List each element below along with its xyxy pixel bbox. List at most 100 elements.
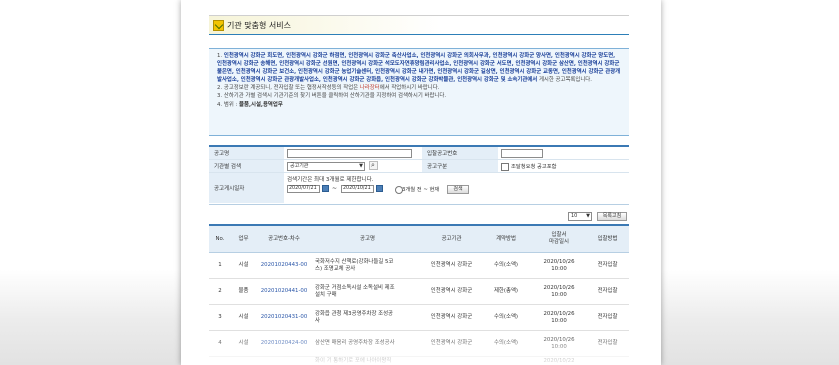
row-notice-name[interactable]: 국화저수지 산책로(강화나들길 5코 스) 조명교체 공사 [312,252,423,279]
row-notice-name[interactable]: 화이 기 통하기로 포에 나아이왕직 [312,356,423,365]
row-contract: 제한(총액) [480,278,532,305]
page-title-bar: 기관 맞춤형 서비스 [209,15,629,34]
row-bid-method: 전자입찰 [586,278,629,305]
table-row[interactable]: 3 시설 20201020431-00 강화읍 관청 제3공영주차장 조성공 사 … [209,304,629,331]
table-header-row: No. 업무 공고번호-차수 공고명 공고기관 계약방법 입찰서 마감일시 입찰방… [209,224,629,253]
title-divider [209,34,629,35]
row-deadline-time: 10:00 [551,317,567,324]
row-deadline: 2020/10/26 10:00 [532,330,586,357]
notice-item-3: 3. 산하기관 가별 검색시 기관기준의 찾기 버튼을 클릭하여 산하기관을 지… [217,93,447,100]
results-table: No. 업무 공고번호-차수 공고명 공고기관 계약방법 입찰서 마감일시 입찰방… [209,224,629,365]
bid-number-label: 입찰공고번호 [422,147,498,159]
row-notice-no-link[interactable]: 20201020441-00 [256,278,312,305]
chevron-down-icon: ▼ [586,213,590,219]
notice-item-2-suffix: 에서 작업하시기 바랍니다. [379,85,440,92]
row-no: 1 [209,252,231,279]
row-deadline: 2020/10/26 10:00 [532,278,586,305]
row-contract: 수의(소액) [480,304,532,331]
agency-search-label: 기관별 검색 [209,160,284,172]
bid-number-input[interactable] [501,149,543,158]
list-controls: 10 ▼ 목록고침 [209,211,629,223]
narajangteo-link[interactable]: 나라장터 [360,85,380,91]
row-agency: 인천광역시 강화군 [423,278,480,305]
table-row[interactable]: 1 시설 20201020443-00 국화저수지 산책로(강화나들길 5코 스)… [209,252,629,279]
row-agency [423,356,480,365]
notice-item-1-suffix: 게시한 공고목록입니다. [537,77,592,84]
row-notice-name-line2: 스) 조명교체 공사 [315,265,356,272]
search-row-3: 공고게시일자 검색기간은 최대 3개월로 제한합니다. 2020/07/21 ~… [209,173,629,203]
row-agency: 인천광역시 강화군 [423,330,480,357]
search-icon[interactable]: ⌕ [369,161,378,170]
browser-window: 기관 맞춤형 서비스 1. 인천광역시 강화군 회도면, 인천광역시 강화군 하… [181,0,661,365]
col-bid-method: 입찰방법 [586,224,629,253]
row-deadline-time: 10:00 [551,343,567,350]
calendar-icon[interactable] [376,185,383,192]
row-deadline-date: 2020/10/26 [543,310,575,317]
row-contract [480,356,532,365]
checkmark-icon [213,19,224,31]
three-month-label: 3개월 전 ~ 현재 [402,187,440,193]
post-date-label: 공고게시일자 [209,173,284,203]
col-deadline-line1: 입찰서 [551,232,567,238]
row-notice-no-link[interactable]: 20201020424-00 [256,330,312,357]
date-range-note: 검색기간은 최대 3개월로 제한합니다. [287,177,374,183]
row-notice-no-link[interactable]: 20201020431-00 [256,304,312,331]
procurement-request-label: 조달청요청 공고포함 [511,164,557,170]
notice-item-2: 2. 공고정보란 계공되니, 전자입찰 또는 협정서작성등의 작업은 나라장터에… [217,84,621,92]
row-agency: 인천광역시 강화군 [423,304,480,331]
row-task [231,356,256,365]
row-notice-name-line1: 삼산면 매음리 공영주차장 조성공사 [315,340,395,346]
col-deadline-line2: 마감일시 [549,239,569,245]
agency-select-value: 공고기관 [290,163,309,169]
row-notice-name[interactable]: 강화군 거점소독시설 소독설비 제조 설치 구매 [312,278,423,305]
row-no [209,356,231,365]
refresh-list-button[interactable]: 목록고침 [597,212,627,221]
row-contract: 수의(소액) [480,252,532,279]
row-task: 시설 [231,252,256,279]
notice-name-input[interactable] [287,149,412,158]
col-task: 업무 [231,224,256,253]
row-deadline-date: 2020/10/26 [543,336,575,343]
row-notice-name-line2: 설치 구매 [315,291,337,298]
date-separator: ~ [332,185,338,192]
row-bid-method: 전자입찰 [586,304,629,331]
row-bid-method: 전자입찰 [586,252,629,279]
row-deadline-time: 10:00 [551,291,567,298]
chevron-down-icon: ▼ [359,163,363,169]
rows-per-page-select[interactable]: 10 ▼ [568,212,592,221]
table-row[interactable]: 화이 기 통하기로 포에 나아이왕직 2020/10/22 [209,356,629,365]
row-bid-method [586,356,629,365]
row-notice-name-line1: 강화읍 관청 제3공영주차장 조성공 [315,310,394,317]
row-deadline: 2020/10/26 10:00 [532,304,586,331]
row-task: 시설 [231,304,256,331]
row-no: 4 [209,330,231,357]
row-notice-name[interactable]: 삼산면 매음리 공영주차장 조성공사 [312,330,423,357]
col-agency: 공고기관 [423,224,480,253]
procurement-request-checkbox[interactable] [501,163,509,171]
search-row-2: 기관별 검색 공고기관 ▼ ⌕ 공고구분 조달청요청 공고포함 [209,160,629,173]
col-notice-no: 공고번호-차수 [256,224,312,253]
row-notice-no-link[interactable] [256,356,312,365]
table-row[interactable]: 4 시설 20201020424-00 삼산면 매음리 공영주차장 조성공사 인… [209,330,629,357]
search-button[interactable]: 검색 [447,185,469,194]
table-row[interactable]: 2 물품 20201020441-00 강화군 거점소독시설 소독설비 제조 설치… [209,278,629,305]
rows-per-page-value: 10 [571,213,578,219]
page-title: 기관 맞춤형 서비스 [227,20,291,30]
date-from-input[interactable]: 2020/07/21 [287,185,320,193]
row-task: 시설 [231,330,256,357]
notice-type-label: 공고구분 [422,160,498,172]
row-bid-method: 전자입찰 [586,330,629,357]
notice-item-1: 1. 인천광역시 강화군 회도면, 인천광역시 강화군 하점면, 인천광역시 강… [217,53,621,84]
notice-item-2-text: 2. 공고정보란 계공되니, 전자입찰 또는 협정서작성등의 작업은 [217,85,360,92]
row-notice-name[interactable]: 강화읍 관청 제3공영주차장 조성공 사 [312,304,423,331]
row-agency: 인천광역시 강화군 [423,252,480,279]
agency-select[interactable]: 공고기관 ▼ [287,162,365,171]
row-notice-name-line1: 국화저수지 산책로(강화나들길 5코 [315,258,394,265]
calendar-icon[interactable] [322,185,329,192]
date-to-input[interactable]: 2020/10/21 [341,185,374,193]
notice-name-label: 공고명 [209,147,284,159]
row-deadline-time: 10:00 [551,265,567,272]
row-deadline-date: 2020/10/26 [543,284,575,291]
row-deadline: 2020/10/26 10:00 [532,252,586,279]
row-notice-no-link[interactable]: 20201020443-00 [256,252,312,279]
